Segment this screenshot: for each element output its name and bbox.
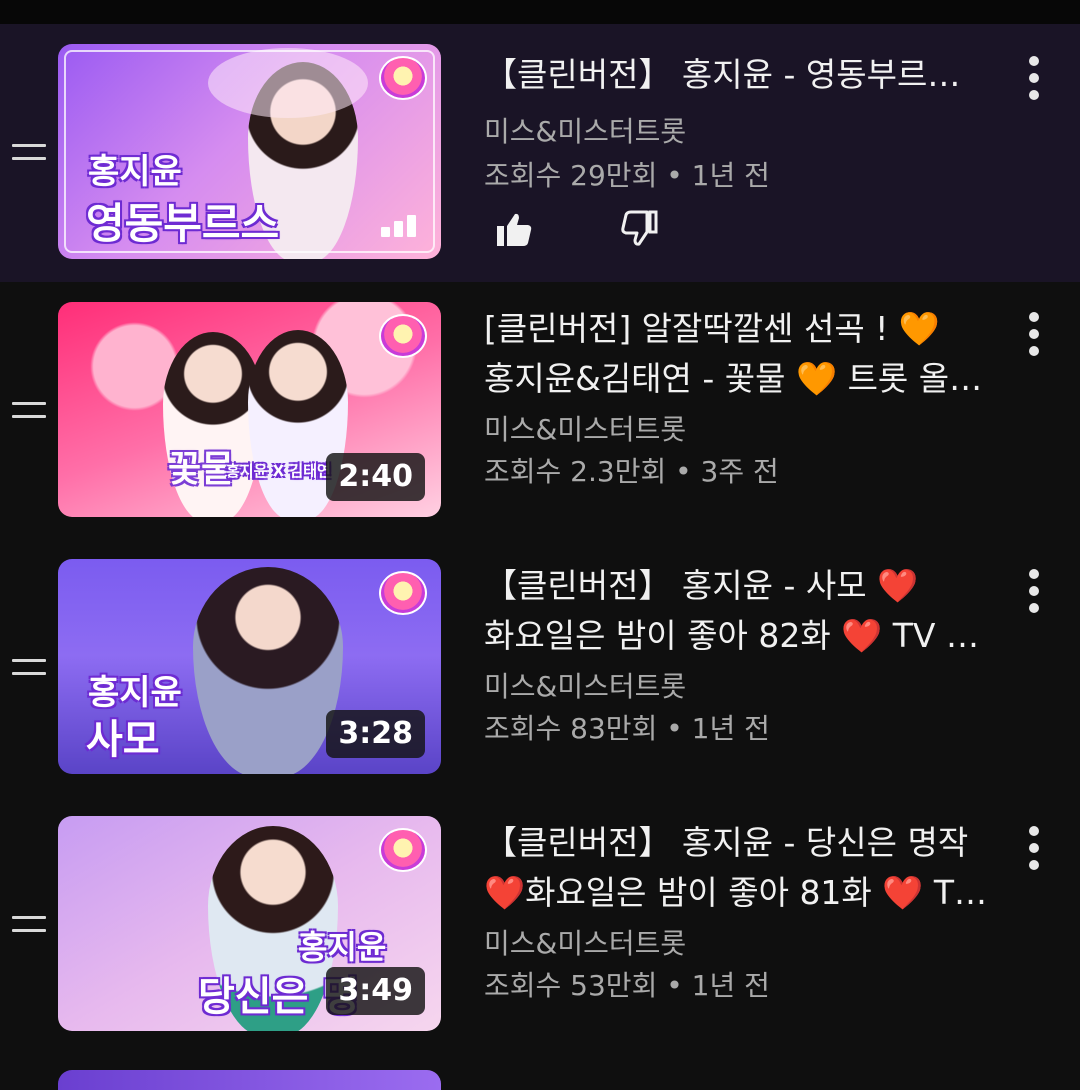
video-duration: 3:28 [326, 710, 425, 758]
video-title-line: 【클린버전】 홍지윤 - 사모 ❤️ [484, 566, 919, 605]
top-strip [0, 0, 1080, 24]
more-vert-icon[interactable] [1024, 826, 1046, 872]
thumbnail-caption-bottom: 홍지윤 X 김태연 [226, 462, 331, 480]
video-thumbnail-3[interactable]: 홍지윤 사모 3:28 [58, 559, 441, 774]
playlist-item-1[interactable]: 홍지윤 영동부르스 【클린버전】 홍지윤 - 영동부르… 미스&미스터트롯 조회… [0, 24, 1080, 282]
playlist-item-4[interactable]: 홍지윤 당신은 명 3:49 【클린버전】 홍지윤 - 당신은 명작 ❤️화요일… [0, 796, 1080, 1054]
video-thumbnail-1[interactable]: 홍지윤 영동부르스 [58, 44, 441, 259]
video-title-2[interactable]: [클린버전] 알잘딱깔센 선곡 ! 🧡 홍지윤&김태연 - 꽃물 🧡 트롯 올… [484, 304, 996, 404]
thumbnail-figure [193, 567, 343, 774]
drag-handle-icon[interactable] [12, 402, 46, 418]
video-title-4[interactable]: 【클린버전】 홍지윤 - 당신은 명작 ❤️화요일은 밤이 좋아 81화 ❤️ … [484, 818, 996, 918]
video-thumbnail-4[interactable]: 홍지윤 당신은 명 3:49 [58, 816, 441, 1031]
channel-name-1[interactable]: 미스&미스터트롯 [484, 110, 686, 150]
channel-name-4[interactable]: 미스&미스터트롯 [484, 922, 686, 962]
video-title-line: 【클린버전】 홍지윤 - 영동부르… [484, 55, 961, 94]
channel-badge-icon [379, 314, 427, 358]
more-vert-icon[interactable] [1024, 312, 1046, 358]
video-meta-3: 조회수 83만회 • 1년 전 [484, 712, 770, 745]
thumbs-down-icon[interactable] [620, 208, 660, 248]
drag-handle-icon[interactable] [12, 916, 46, 932]
video-thumbnail-2[interactable]: 꽃물 홍지윤 X 김태연 2:40 [58, 302, 441, 517]
more-vert-icon[interactable] [1024, 569, 1046, 615]
channel-name-2[interactable]: 미스&미스터트롯 [484, 408, 686, 448]
video-meta-2: 조회수 2.3만회 • 3주 전 [484, 455, 779, 488]
thumbnail-caption-top: 홍지윤 [298, 928, 387, 966]
thumbnail-caption-top: 꽃물 [168, 449, 235, 490]
thumbnail-frame [64, 50, 435, 253]
video-title-line: ❤️화요일은 밤이 좋아 81화 ❤️ T… [484, 873, 988, 912]
thumbs-up-icon[interactable] [494, 210, 534, 250]
more-vert-icon[interactable] [1024, 56, 1046, 102]
playlist-item-3[interactable]: 홍지윤 사모 3:28 【클린버전】 홍지윤 - 사모 ❤️ 화요일은 밤이 좋… [0, 539, 1080, 797]
channel-badge-icon [379, 828, 427, 872]
video-title-line: [클린버전] 알잘딱깔센 선곡 ! 🧡 [484, 309, 940, 348]
playlist-item-2[interactable]: 꽃물 홍지윤 X 김태연 2:40 [클린버전] 알잘딱깔센 선곡 ! 🧡 홍지… [0, 282, 1080, 540]
video-thumbnail-5-partial[interactable] [58, 1070, 441, 1090]
thumbnail-caption-bottom: 사모 [86, 717, 160, 763]
video-title-line: 홍지윤&김태연 - 꽃물 🧡 트롯 올… [484, 359, 983, 398]
drag-handle-icon[interactable] [12, 659, 46, 675]
video-title-3[interactable]: 【클린버전】 홍지윤 - 사모 ❤️ 화요일은 밤이 좋아 82화 ❤️ TV … [484, 561, 996, 661]
drag-handle-icon[interactable] [12, 144, 46, 160]
channel-badge-icon [379, 571, 427, 615]
video-meta-1: 조회수 29만회 • 1년 전 [484, 159, 770, 192]
channel-name-3[interactable]: 미스&미스터트롯 [484, 665, 686, 705]
video-meta-4: 조회수 53만회 • 1년 전 [484, 969, 770, 1002]
video-duration: 2:40 [326, 453, 425, 501]
video-title-line: 화요일은 밤이 좋아 82화 ❤️ TV … [484, 616, 979, 655]
video-title-1[interactable]: 【클린버전】 홍지윤 - 영동부르… [484, 50, 996, 100]
video-title-line: 【클린버전】 홍지윤 - 당신은 명작 [484, 823, 969, 862]
video-duration: 3:49 [326, 967, 425, 1015]
